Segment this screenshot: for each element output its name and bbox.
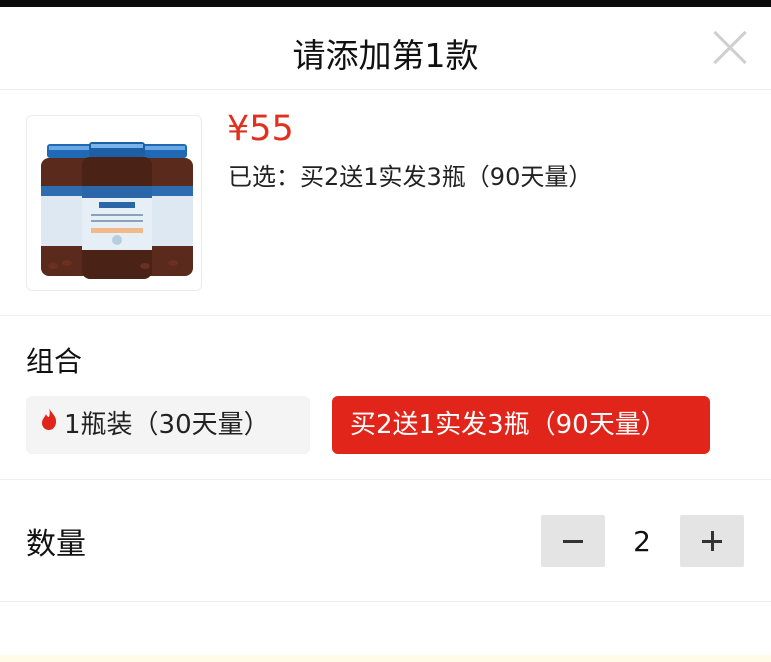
divider	[0, 479, 771, 480]
bottom-strip	[0, 655, 771, 662]
sheet-header: 请添加第1款	[0, 7, 771, 90]
selected-sku-text: 已选：买2送1实发3瓶（90天量）	[228, 163, 593, 191]
minus-icon	[563, 540, 583, 543]
divider	[0, 601, 771, 602]
product-thumbnail	[26, 115, 202, 291]
combo-label: 组合	[26, 345, 83, 378]
combo-option-label: 1瓶装（30天量）	[64, 410, 270, 440]
flame-icon	[40, 394, 58, 452]
quantity-minus-button[interactable]	[541, 515, 605, 567]
quantity-label: 数量	[26, 527, 86, 562]
quantity-input[interactable]	[606, 515, 678, 567]
combo-option-buy2get1[interactable]: 买2送1实发3瓶（90天量）	[332, 396, 710, 454]
sku-selection-sheet: 请添加第1款 ¥55 已选：买2送1实发3瓶（90天量） 组合 1瓶装（30天量…	[0, 7, 771, 662]
product-bottles-image	[41, 142, 193, 279]
product-price: ¥55	[227, 109, 294, 149]
combo-option-label: 买2送1实发3瓶（90天量）	[350, 410, 667, 440]
combo-option-1-bottle[interactable]: 1瓶装（30天量）	[26, 396, 310, 454]
quantity-plus-button[interactable]	[680, 515, 744, 567]
close-icon[interactable]	[713, 31, 747, 65]
window-top-bar	[0, 0, 771, 7]
sheet-title: 请添加第1款	[292, 36, 479, 75]
divider	[0, 315, 771, 316]
